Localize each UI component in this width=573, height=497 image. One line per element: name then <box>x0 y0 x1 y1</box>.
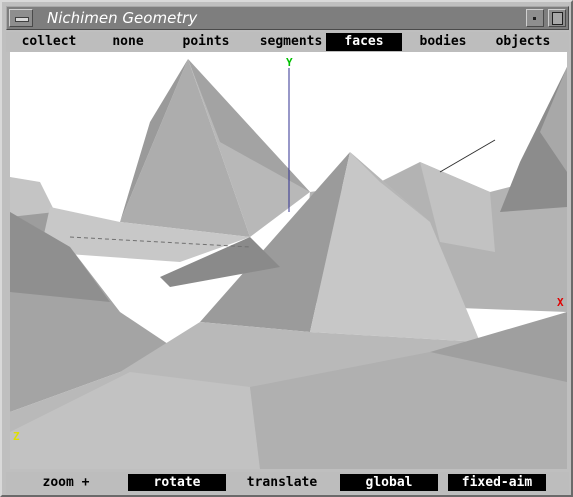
menu-points[interactable]: points <box>174 33 238 51</box>
maximize-button[interactable] <box>548 9 566 27</box>
menu-segments[interactable]: segments <box>254 33 328 51</box>
menu-none[interactable]: none <box>104 33 152 51</box>
menu-bodies[interactable]: bodies <box>410 33 476 51</box>
3d-viewport[interactable]: Y X Z <box>10 52 567 469</box>
title-bar[interactable]: Nichimen Geometry <box>6 6 569 30</box>
menu-collect[interactable]: collect <box>12 33 86 51</box>
window-menu-icon <box>15 17 29 22</box>
y-axis-label: Y <box>286 56 293 69</box>
global-button[interactable]: global <box>340 474 438 491</box>
window-title: Nichimen Geometry <box>47 9 198 27</box>
x-axis-label: X <box>557 296 564 309</box>
minimize-button[interactable] <box>526 9 544 27</box>
z-axis-label: Z <box>13 430 20 443</box>
menu-faces[interactable]: faces <box>326 33 402 51</box>
translate-button[interactable]: translate <box>232 474 332 491</box>
selection-mode-menubar: collect none points segments faces bodie… <box>6 32 569 52</box>
menu-objects[interactable]: objects <box>486 33 560 51</box>
view-toolbar: zoom + rotate translate global fixed-aim <box>6 472 569 494</box>
app-window: Nichimen Geometry collect none points se… <box>0 0 573 497</box>
zoom-button[interactable]: zoom + <box>12 474 120 491</box>
terrain-scene: Y X Z <box>10 52 567 469</box>
rotate-button[interactable]: rotate <box>128 474 226 491</box>
fixed-aim-button[interactable]: fixed-aim <box>448 474 546 491</box>
maximize-icon <box>552 12 563 25</box>
minimize-icon <box>533 17 536 20</box>
window-menu-button[interactable] <box>9 9 33 27</box>
